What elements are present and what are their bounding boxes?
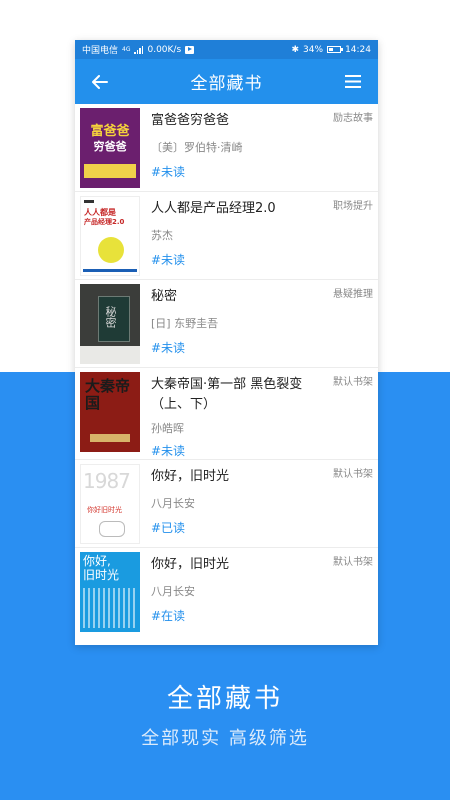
cover-pattern <box>83 588 137 628</box>
read-status-tag[interactable]: #未读 <box>151 163 378 180</box>
read-status-tag[interactable]: #未读 <box>151 442 378 459</box>
cover-banner <box>84 164 136 178</box>
book-title: 你好，旧时光 <box>151 557 230 572</box>
book-title: 秘密 <box>151 289 178 304</box>
book-item[interactable]: 富爸爸 穷爸爸 富爸爸穷爸爸 〔美〕罗伯特·清崎 #未读 励志故事 <box>75 104 378 192</box>
signal-icon <box>134 45 144 54</box>
book-item[interactable]: 你好, 旧时光 你好，旧时光 八月长安 #在读 默认书架 <box>75 548 378 636</box>
book-cover: 秘密 <box>80 284 140 364</box>
network-speed: 0.00K/s <box>147 44 182 55</box>
book-item[interactable]: 人人都是 产品经理2.0 人人都是产品经理2.0 苏杰 #未读 职场提升 <box>75 192 378 280</box>
book-author: 八月长安 <box>151 497 195 510</box>
read-status-tag[interactable]: #未读 <box>151 251 378 268</box>
cover-title-line1: 你好, <box>83 554 111 568</box>
book-item[interactable]: 1987 你好旧时光 你好，旧时光 八月长安 #已读 默认书架 <box>75 460 378 548</box>
read-status-tag[interactable]: #在读 <box>151 607 378 624</box>
cover-year: 1987 <box>83 469 131 493</box>
book-author: [日] 东野圭吾 <box>151 317 219 330</box>
book-author: 孙皓晖 <box>151 422 184 435</box>
menu-button[interactable] <box>342 71 364 93</box>
cover-title-line1: 富爸爸 <box>90 124 130 139</box>
cover-logo <box>84 200 94 203</box>
book-cover: 1987 你好旧时光 <box>80 464 140 544</box>
cover-illustration <box>99 521 125 537</box>
app-bar: 全部藏书 <box>75 59 378 104</box>
phone-screen: 中国电信 4G 0.00K/s ✱ 34% 14:24 全部藏书 富爸爸 穷爸爸… <box>75 40 378 645</box>
shelf-label: 默认书架 <box>333 557 373 568</box>
shelf-label: 职场提升 <box>333 201 373 212</box>
clock: 14:24 <box>345 44 371 55</box>
shelf-label: 悬疑推理 <box>333 289 373 300</box>
hamburger-menu-icon <box>345 75 361 88</box>
shelf-label: 默认书架 <box>333 469 373 480</box>
cover-footer <box>83 269 137 272</box>
battery-percent: 34% <box>303 44 324 55</box>
shelf-label: 默认书架 <box>333 377 373 388</box>
read-status-tag[interactable]: #未读 <box>151 339 378 356</box>
network-type: 4G <box>122 46 131 53</box>
promo-subtitle: 全部现实 高级筛选 <box>141 728 309 749</box>
book-title: 人人都是产品经理2.0 <box>151 201 276 216</box>
book-title: 你好，旧时光 <box>151 469 230 484</box>
book-author: 〔美〕罗伯特·清崎 <box>151 141 243 154</box>
book-item[interactable]: 秘密 秘密 [日] 东野圭吾 #未读 悬疑推理 <box>75 280 378 368</box>
bluetooth-icon: ✱ <box>291 44 300 55</box>
book-author: 苏杰 <box>151 229 173 242</box>
cover-plaque <box>90 434 130 442</box>
book-cover: 富爸爸 穷爸爸 <box>80 108 140 188</box>
page-title: 全部藏书 <box>190 74 263 94</box>
cover-floor <box>80 346 140 364</box>
cover-title: 大秦帝国 <box>85 377 131 412</box>
carrier-label: 中国电信 <box>82 46 119 56</box>
status-bar: 中国电信 4G 0.00K/s ✱ 34% 14:24 <box>75 40 378 59</box>
shelf-label: 励志故事 <box>333 113 373 124</box>
cover-title: 秘密 <box>104 306 117 328</box>
book-cover: 人人都是 产品经理2.0 <box>80 196 140 276</box>
read-status-tag[interactable]: #已读 <box>151 519 378 536</box>
book-item[interactable]: 大秦帝国 大秦帝国·第一部 黑色裂变（上、下） 孙皓晖 #未读 默认书架 <box>75 368 378 460</box>
book-author: 八月长安 <box>151 585 195 598</box>
cover-title-line2: 产品经理2.0 <box>84 218 125 226</box>
book-list: 富爸爸 穷爸爸 富爸爸穷爸爸 〔美〕罗伯特·清崎 #未读 励志故事 人人都是 产… <box>75 104 378 636</box>
cover-title-line2: 穷爸爸 <box>93 140 127 153</box>
promo-title: 全部藏书 <box>166 684 283 714</box>
book-cover: 大秦帝国 <box>80 372 140 452</box>
battery-icon <box>327 46 344 53</box>
arrow-left-icon <box>92 74 108 89</box>
cover-title: 你好旧时光 <box>87 506 122 514</box>
book-cover: 你好, 旧时光 <box>80 552 140 632</box>
cover-face <box>98 237 124 263</box>
notification-icon <box>185 45 195 54</box>
back-button[interactable] <box>89 71 111 93</box>
book-title: 大秦帝国·第一部 黑色裂变（上、下） <box>151 377 303 412</box>
cover-title-line2: 旧时光 <box>83 568 120 582</box>
book-title: 富爸爸穷爸爸 <box>151 113 230 128</box>
